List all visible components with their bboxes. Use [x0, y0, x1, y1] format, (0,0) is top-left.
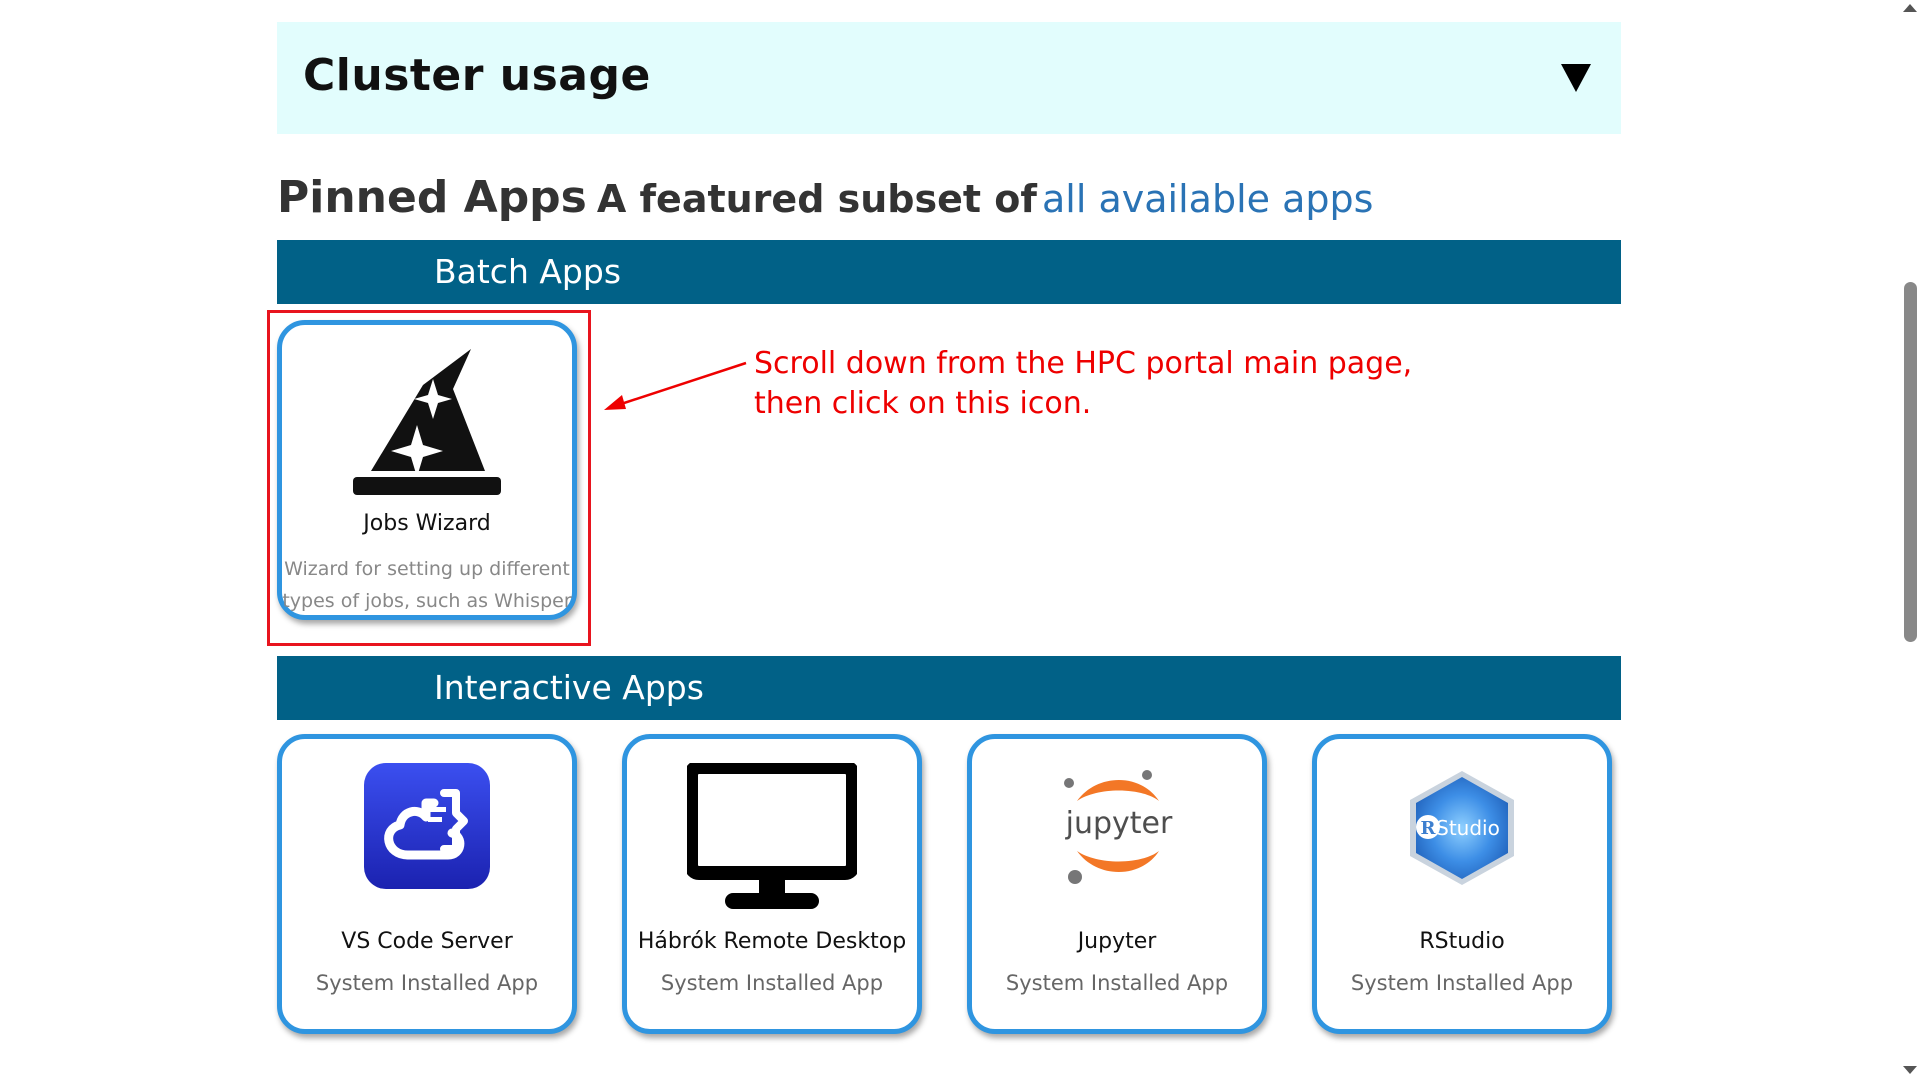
cluster-usage-title: Cluster usage — [303, 50, 651, 101]
scrollbar-thumb[interactable] — [1904, 282, 1917, 642]
annotation-text: Scroll down from the HPC portal main pag… — [754, 344, 1412, 424]
pinned-apps-heading: Pinned Apps A featured subset of all avai… — [277, 172, 1373, 223]
jupyter-icon: jupyter — [972, 767, 1262, 887]
all-apps-link[interactable]: all available apps — [1042, 177, 1373, 221]
vertical-scrollbar[interactable] — [1900, 0, 1920, 1080]
vscode-server-icon — [282, 763, 572, 889]
monitor-icon — [627, 763, 917, 915]
app-description: System Installed App — [1005, 971, 1229, 995]
pinned-apps-title: Pinned Apps — [277, 172, 587, 223]
app-description: System Installed App — [660, 971, 884, 995]
app-name: Hábrók Remote Desktop — [637, 929, 907, 954]
app-card-rstudio[interactable]: R Studio RStudio System Installed App — [1312, 734, 1612, 1034]
app-name: RStudio — [1419, 929, 1505, 954]
annotation-arrow-icon — [604, 361, 747, 410]
scroll-down-arrow-icon[interactable] — [1903, 1066, 1917, 1074]
batch-apps-header: Batch Apps — [277, 240, 1621, 304]
collapse-toggle-icon[interactable] — [1561, 64, 1591, 92]
annotation-line-1: Scroll down from the HPC portal main pag… — [754, 346, 1413, 381]
rstudio-logo-text: Studio — [1436, 816, 1500, 840]
cluster-usage-panel[interactable]: Cluster usage — [277, 22, 1621, 134]
app-name: VS Code Server — [341, 929, 513, 954]
jupyter-logo-text: jupyter — [1065, 806, 1173, 841]
scroll-up-arrow-icon[interactable] — [1903, 4, 1917, 12]
annotation-line-2: then click on this icon. — [754, 386, 1092, 421]
app-card-remote-desktop[interactable]: Hábrók Remote Desktop System Installed A… — [622, 734, 922, 1034]
interactive-apps-header: Interactive Apps — [277, 656, 1621, 720]
app-card-vscode-server[interactable]: VS Code Server System Installed App — [277, 734, 577, 1034]
rstudio-icon: R Studio — [1317, 769, 1607, 887]
pinned-apps-subtitle: A featured subset of — [596, 177, 1037, 221]
app-description: System Installed App — [315, 971, 539, 995]
rstudio-r-letter: R — [1421, 818, 1437, 839]
app-name: Jupyter — [1077, 929, 1157, 954]
page: Cluster usage Pinned Apps A featured subs… — [0, 0, 1920, 1080]
highlight-box — [267, 310, 591, 646]
app-description: System Installed App — [1350, 971, 1574, 995]
app-card-jupyter[interactable]: jupyter Jupyter System Installed App — [967, 734, 1267, 1034]
